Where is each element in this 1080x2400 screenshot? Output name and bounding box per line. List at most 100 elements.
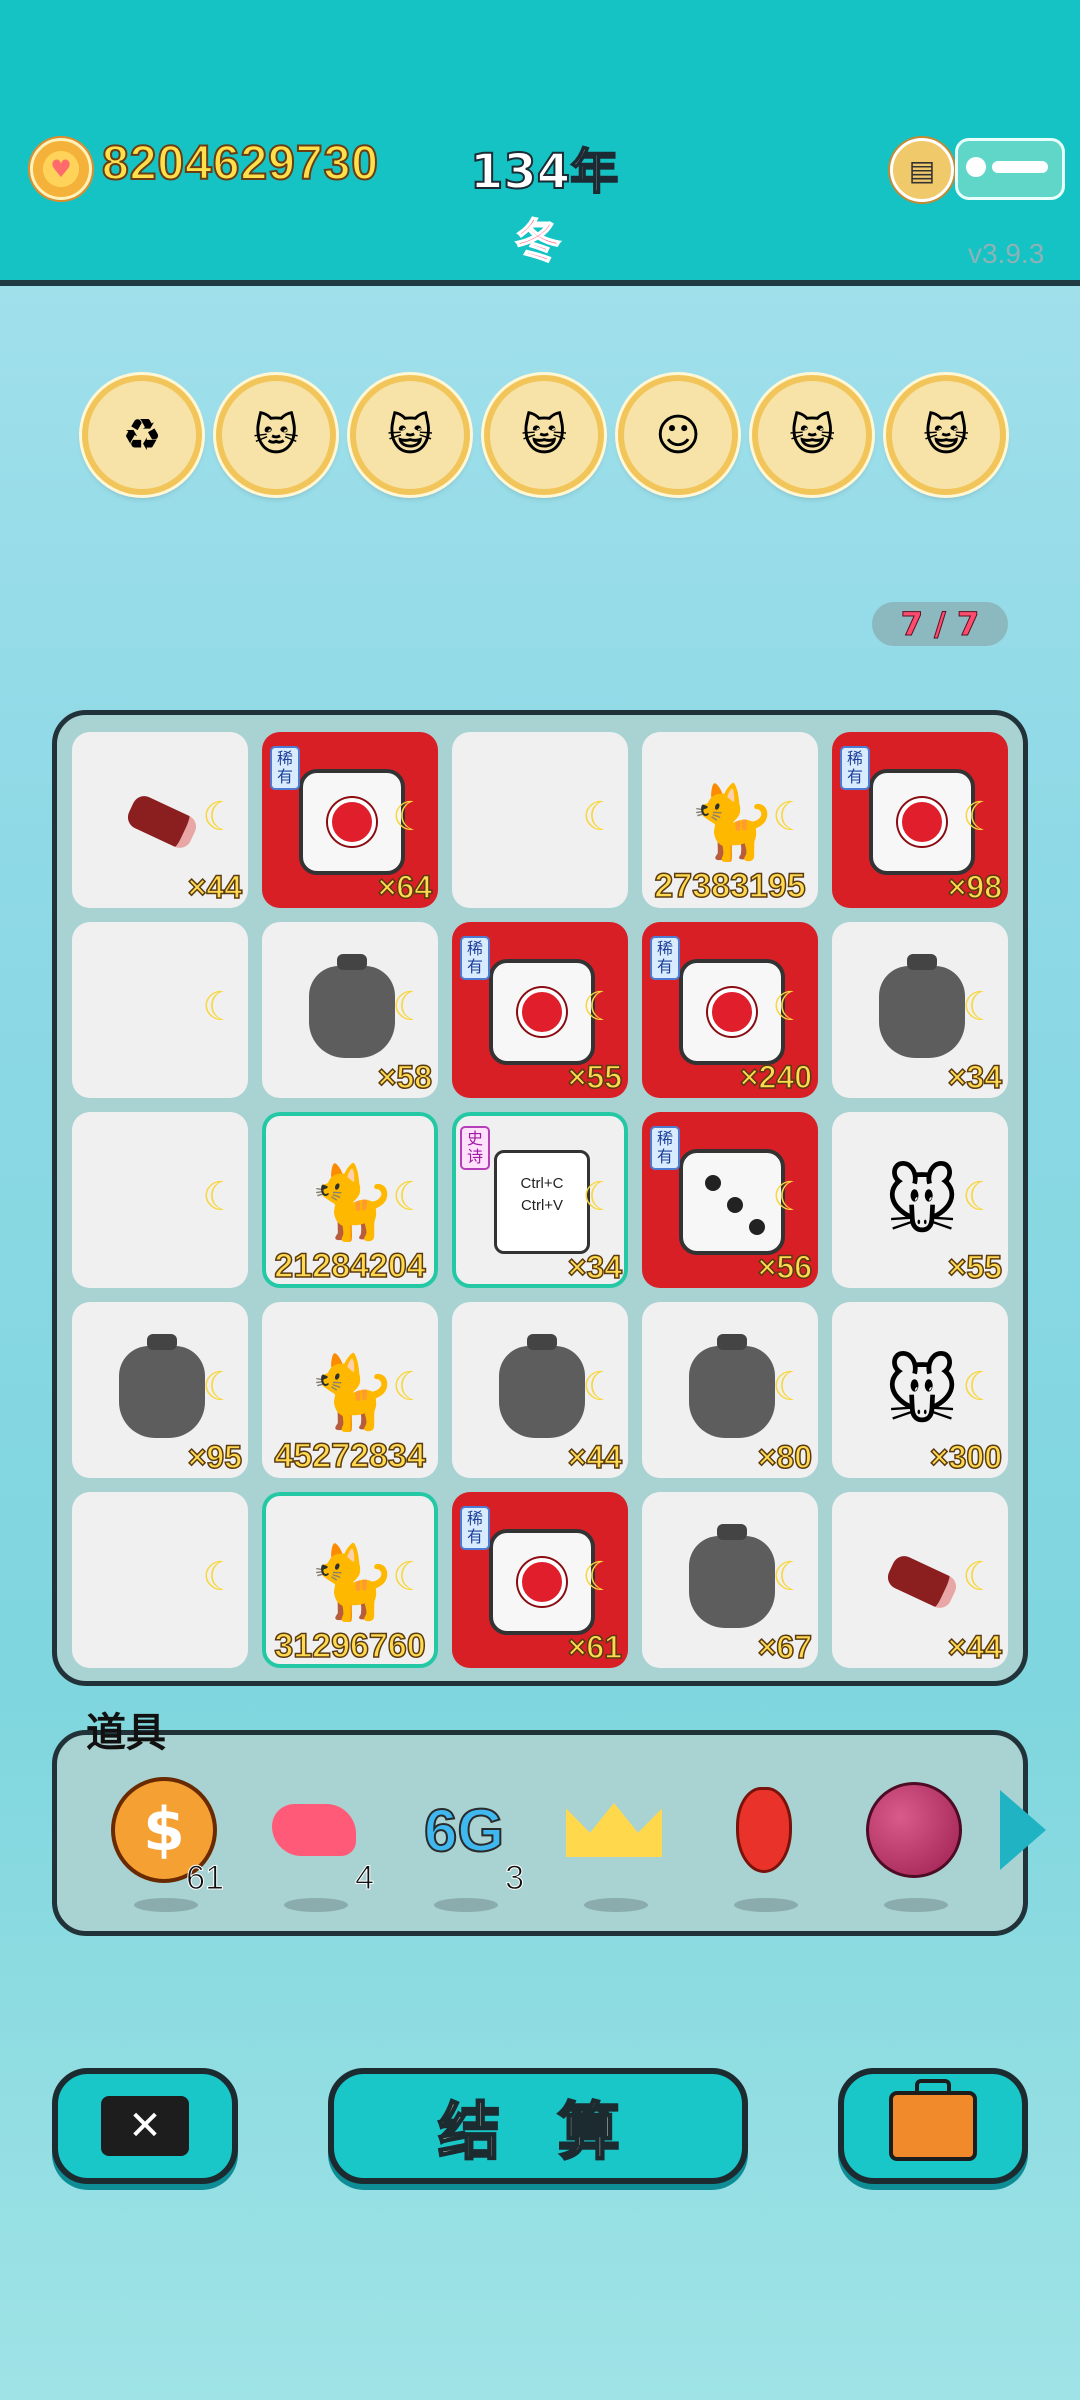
tile-bag[interactable]: ☾ ×67 <box>642 1492 818 1668</box>
item-count: 3 <box>505 1859 525 1898</box>
item-shadow <box>284 1898 348 1912</box>
moon-icon: ☾ <box>582 1364 618 1410</box>
rare-tag: 稀有 <box>270 746 300 790</box>
epic-tag: 史诗 <box>460 1126 490 1170</box>
coin-icon: ♥ <box>30 138 92 200</box>
liver-icon <box>272 1804 356 1856</box>
item-count: 61 <box>186 1859 225 1898</box>
moon-icon: ☾ <box>772 1174 808 1220</box>
tile-copy[interactable]: Ctrl+C Ctrl+V ☾ 史诗 ×34 <box>452 1112 628 1288</box>
tile-mouse[interactable]: 🐭 ☾ ×300 <box>832 1302 1008 1478</box>
tile-sausage[interactable]: ☾ ×44 <box>72 732 248 908</box>
settings-toggle[interactable] <box>955 138 1065 200</box>
tile-count: ×44 <box>947 1628 1003 1666</box>
copy-line-1: Ctrl+C <box>520 1175 564 1192</box>
lychee-icon <box>866 1782 962 1878</box>
tile-button[interactable]: ☾ 稀有 ×61 <box>452 1492 628 1668</box>
item-slot[interactable]: $61 <box>104 1770 224 1912</box>
rare-tag: 稀有 <box>840 746 870 790</box>
item-slot[interactable] <box>554 1770 674 1912</box>
exit-button[interactable]: ✕ <box>52 2068 238 2184</box>
version-label: v3.9.3 <box>968 238 1045 269</box>
tile-count: ×34 <box>947 1058 1003 1096</box>
tile-count: ×55 <box>567 1058 623 1096</box>
tile-bag[interactable]: ☾ ×58 <box>262 922 438 1098</box>
item-shadow <box>434 1898 498 1912</box>
cat-pair-icon[interactable]: 😺 <box>350 375 470 495</box>
crown-icon <box>566 1803 662 1857</box>
tile-cat[interactable]: 🐈 ☾ 21284204 <box>262 1112 438 1288</box>
moon-icon: ☾ <box>772 1554 808 1600</box>
tile-button[interactable]: ☾ 稀有 ×64 <box>262 732 438 908</box>
tile-count: ×56 <box>757 1248 813 1286</box>
tile-button[interactable]: ☾ 稀有 ×98 <box>832 732 1008 908</box>
item-slot[interactable] <box>854 1770 974 1912</box>
moon-icon: ☾ <box>772 1364 808 1410</box>
tile-bag[interactable]: ☾ ×34 <box>832 922 1008 1098</box>
moon-icon: ☾ <box>582 794 618 840</box>
tile-cat[interactable]: 🐈 ☾ 27383195 <box>642 732 818 908</box>
6g-icon: 6G <box>423 1796 505 1865</box>
rules-icon[interactable]: ▤ <box>890 138 954 202</box>
mooncake-icon[interactable]: ☺ <box>618 375 738 495</box>
moon-icon: ☾ <box>202 794 238 840</box>
tile-dice[interactable]: ☾ 稀有 ×56 <box>642 1112 818 1288</box>
moon-icon: ☾ <box>582 984 618 1030</box>
item-slot[interactable]: 6G 3 <box>404 1770 524 1912</box>
tile-empty[interactable]: ☾ <box>72 1112 248 1288</box>
tile-count: ×34 <box>567 1248 623 1286</box>
cat-portrait-icon[interactable]: 🐱 <box>216 375 336 495</box>
tile-mouse[interactable]: 🐭 ☾ ×55 <box>832 1112 1008 1288</box>
moon-icon: ☾ <box>392 1364 428 1410</box>
settle-button[interactable]: 结 算 <box>328 2068 748 2184</box>
tile-sausage[interactable]: ☾ ×44 <box>832 1492 1008 1668</box>
moon-icon: ☾ <box>202 1174 238 1220</box>
item-slot[interactable]: 4 <box>254 1770 374 1912</box>
item-slot[interactable] <box>704 1770 824 1912</box>
items-title: 道具 <box>86 1710 166 1756</box>
tile-empty[interactable]: ☾ <box>452 732 628 908</box>
moon-icon: ☾ <box>202 984 238 1030</box>
tile-count: ×58 <box>377 1058 433 1096</box>
progress-counter: 7 / 7 <box>872 602 1008 646</box>
tile-cat[interactable]: 🐈 ☾ 31296760 <box>262 1492 438 1668</box>
copy-line-2: Ctrl+V <box>520 1197 564 1214</box>
tile-button[interactable]: ☾ 稀有 ×55 <box>452 922 628 1098</box>
coin-balance: 8204629730 <box>101 136 379 191</box>
recycle-icon[interactable]: ♻ <box>82 375 202 495</box>
moon-icon: ☾ <box>962 984 998 1030</box>
briefcase-icon <box>889 2079 977 2161</box>
tile-cat[interactable]: 🐈 ☾ 45272834 <box>262 1302 438 1478</box>
tile-empty[interactable]: ☾ <box>72 1492 248 1668</box>
tile-empty[interactable]: ☾ <box>72 922 248 1098</box>
moon-icon: ☾ <box>962 1364 998 1410</box>
moon-icon: ☾ <box>962 794 998 840</box>
tile-count: ×240 <box>739 1058 813 1096</box>
moon-icon: ☾ <box>582 1554 618 1600</box>
moon-icon: ☾ <box>392 984 428 1030</box>
year-label: 134年 <box>469 143 619 201</box>
moon-icon: ☾ <box>392 794 428 840</box>
settle-label: 结 算 <box>437 2094 638 2170</box>
top-bar: ♥ 8204629730 134年 冬 ▤ v3.9.3 <box>0 0 1080 286</box>
tile-bag[interactable]: ☾ ×44 <box>452 1302 628 1478</box>
tile-bag[interactable]: ☾ ×80 <box>642 1302 818 1478</box>
tile-count: 21284204 <box>274 1246 427 1286</box>
tile-count: 27383195 <box>654 866 807 906</box>
inventory-button[interactable] <box>838 2068 1028 2184</box>
moon-icon: ☾ <box>962 1174 998 1220</box>
cat-pair-icon[interactable]: 😺 <box>752 375 872 495</box>
rare-tag: 稀有 <box>460 936 490 980</box>
rare-tag: 稀有 <box>460 1506 490 1550</box>
moon-icon: ☾ <box>202 1554 238 1600</box>
tile-bag[interactable]: ☾ ×95 <box>72 1302 248 1478</box>
item-shadow <box>584 1898 648 1912</box>
tile-button[interactable]: ☾ 稀有 ×240 <box>642 922 818 1098</box>
cat-pair-icon[interactable]: 😺 <box>886 375 1006 495</box>
tile-count: ×67 <box>757 1628 813 1666</box>
next-arrow-icon[interactable] <box>1000 1790 1046 1870</box>
moon-icon: ☾ <box>392 1554 428 1600</box>
item-shadow <box>734 1898 798 1912</box>
cat-pair-icon[interactable]: 😺 <box>484 375 604 495</box>
tile-count: ×44 <box>187 868 243 906</box>
